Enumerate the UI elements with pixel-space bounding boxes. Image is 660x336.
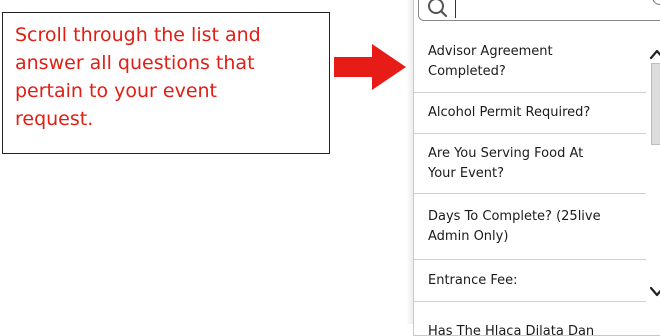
list-item-label: Advisor Agreement Completed? (428, 43, 553, 79)
chevron-down-icon[interactable] (647, 285, 660, 299)
text-cursor (455, 0, 456, 18)
list-item-label: Alcohol Permit Required? (428, 105, 591, 120)
list-item-partial[interactable]: Has The Hlaca Dilata Dan (414, 302, 646, 336)
chevron-up-icon[interactable] (647, 47, 660, 61)
instruction-callout: Scroll through the list and answer all q… (2, 12, 330, 154)
list-item-label: Has The Hlaca Dilata Dan (428, 324, 595, 336)
scrollbar[interactable] (644, 31, 660, 305)
list-item-alcohol-permit[interactable]: Alcohol Permit Required? (414, 93, 646, 134)
clear-search-icon[interactable] (652, 0, 660, 5)
question-dropdown-panel: Advisor Agreement Completed? Alcohol Per… (413, 0, 660, 336)
scrollbar-thumb[interactable] (651, 63, 660, 145)
question-list: Advisor Agreement Completed? Alcohol Per… (414, 31, 646, 336)
list-item-serving-food[interactable]: Are You Serving Food At Your Event? (414, 134, 646, 194)
list-item-days-to-complete[interactable]: Days To Complete? (25live Admin Only) (414, 194, 646, 260)
arrow-right-icon (334, 44, 406, 90)
panel-shadow (406, 0, 413, 324)
list-item-label: Are You Serving Food At Your Event? (428, 145, 584, 181)
search-input[interactable] (418, 0, 660, 21)
list-item-advisor-agreement[interactable]: Advisor Agreement Completed? (414, 31, 646, 93)
list-item-entrance-fee[interactable]: Entrance Fee: (414, 260, 646, 302)
instruction-text: Scroll through the list and answer all q… (15, 24, 261, 130)
list-item-label: Days To Complete? (25live Admin Only) (428, 208, 601, 244)
search-icon (428, 0, 448, 18)
list-item-label: Entrance Fee: (428, 272, 518, 288)
